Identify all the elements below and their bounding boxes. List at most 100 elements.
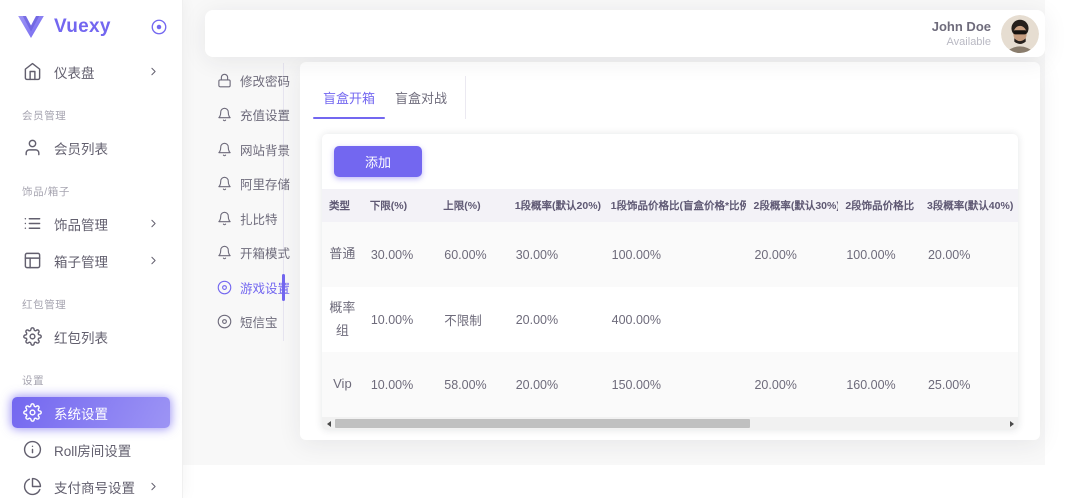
scrollbar-thumb[interactable] xyxy=(335,419,750,428)
table-cell: Vip xyxy=(322,352,363,417)
main-content-card: 盲盒开箱盲盒对战 添加 类型下限(%)上限(%)1段概率(默认20%)1段饰品价… xyxy=(300,62,1040,440)
settings-menu-item[interactable]: 网站背景 xyxy=(200,132,283,167)
table-cell: 30.00% xyxy=(363,222,436,287)
list-icon xyxy=(23,214,42,233)
scroll-right-arrow-icon[interactable] xyxy=(1005,417,1018,430)
settings-menu-item[interactable]: 游戏设置 xyxy=(200,270,283,305)
settings-menu-item-label: 阿里存储 xyxy=(240,174,290,193)
sidebar-item-label: 饰品管理 xyxy=(54,214,147,234)
column-header: 1段概率(默认20%) xyxy=(508,189,604,222)
sidebar-item[interactable]: Roll房间设置 xyxy=(12,434,170,465)
column-header: 2段饰品价格比 xyxy=(838,189,920,222)
sidebar-item-label: 系统设置 xyxy=(54,403,160,423)
settings-menu-item[interactable]: 开箱模式 xyxy=(200,236,283,271)
user-name: John Doe xyxy=(932,19,991,34)
scrollbar-track[interactable] xyxy=(335,419,1005,428)
sidebar-nav: 仪表盘会员管理会员列表饰品/箱子饰品管理箱子管理红包管理红包列表设置系统设置Ro… xyxy=(0,48,182,498)
table-cell: 不限制 xyxy=(436,287,507,352)
settings-menu-item[interactable]: 扎比特 xyxy=(200,201,283,236)
table-cell: 20.00% xyxy=(508,352,604,417)
add-button[interactable]: 添加 xyxy=(334,146,422,177)
user-icon xyxy=(23,138,42,157)
settings-menu-item-label: 充值设置 xyxy=(240,105,290,124)
tab-bar: 盲盒开箱盲盒对战 xyxy=(300,62,1040,119)
settings-menu-item-label: 扎比特 xyxy=(240,209,278,228)
user-avatar[interactable] xyxy=(1001,15,1039,53)
sidebar-item-label: 仪表盘 xyxy=(54,62,147,82)
column-header: 1段饰品价格比(盲盒价格*比例) xyxy=(604,189,747,222)
table-cell: 普通 xyxy=(322,222,363,287)
sidebar-item-label: Roll房间设置 xyxy=(54,440,160,460)
sidebar-item-label: 红包列表 xyxy=(54,327,160,347)
table-cell: 10.00% xyxy=(363,352,436,417)
sidebar-pin-toggle-icon[interactable] xyxy=(150,18,168,36)
table-cell: 100.00% xyxy=(838,222,920,287)
main-sidebar: Vuexy 仪表盘会员管理会员列表饰品/箱子饰品管理箱子管理红包管理红包列表设置… xyxy=(0,0,183,498)
chevron-icon xyxy=(147,217,160,230)
chevron-icon xyxy=(147,480,160,493)
sidebar-section-label: 设置 xyxy=(0,373,182,388)
lock-icon xyxy=(217,73,232,88)
table-body: 普通30.00%60.00%30.00%100.00%20.00%100.00%… xyxy=(322,222,1018,417)
settings-menu-item[interactable]: 阿里存储 xyxy=(200,167,283,202)
settings-menu-item-label: 网站背景 xyxy=(240,140,290,159)
table-cell: 160.00% xyxy=(838,352,920,417)
settings-menu-item-label: 短信宝 xyxy=(240,312,278,331)
chevron-icon xyxy=(147,254,160,267)
settings-menu-item-label: 游戏设置 xyxy=(240,278,290,297)
bell-icon xyxy=(217,176,232,191)
sidebar-item[interactable]: 支付商号设置 xyxy=(12,471,170,498)
table-cell: 20.00% xyxy=(746,352,838,417)
sidebar-item[interactable]: 系统设置 xyxy=(12,397,170,428)
sidebar-item[interactable]: 会员列表 xyxy=(12,132,170,163)
scroll-left-arrow-icon[interactable] xyxy=(322,417,335,430)
table-cell xyxy=(920,287,1018,352)
sidebar-item[interactable]: 仪表盘 xyxy=(12,56,170,87)
column-header: 下限(%) xyxy=(363,189,436,222)
sidebar-item-label: 支付商号设置 xyxy=(54,477,147,497)
settings-menu-item-label: 开箱模式 xyxy=(240,243,290,262)
table-header-row: 类型下限(%)上限(%)1段概率(默认20%)1段饰品价格比(盲盒价格*比例)2… xyxy=(322,189,1018,222)
table-row: 普通30.00%60.00%30.00%100.00%20.00%100.00%… xyxy=(322,222,1018,287)
settings-menu-item[interactable]: 充值设置 xyxy=(200,98,283,133)
disc-icon xyxy=(217,314,232,329)
tab-divider xyxy=(465,76,466,119)
table-cell: 10.00% xyxy=(363,287,436,352)
tab-blindbox-open[interactable]: 盲盒开箱 xyxy=(313,76,385,119)
table-toolbar: 添加 xyxy=(322,134,1018,189)
brand-row: Vuexy xyxy=(0,0,182,48)
layout-icon xyxy=(23,251,42,270)
table-cell: 58.00% xyxy=(436,352,507,417)
tab-blindbox-battle[interactable]: 盲盒对战 xyxy=(385,76,457,119)
sidebar-item[interactable]: 红包列表 xyxy=(12,321,170,352)
sidebar-section-label: 红包管理 xyxy=(0,297,182,312)
bell-icon xyxy=(217,245,232,260)
sidebar-item[interactable]: 饰品管理 xyxy=(12,208,170,239)
table-cell: 概率组 xyxy=(322,287,363,352)
brand-name: Vuexy xyxy=(54,16,150,38)
gear-icon xyxy=(23,403,42,422)
pie-icon xyxy=(23,477,42,496)
table-card: 添加 类型下限(%)上限(%)1段概率(默认20%)1段饰品价格比(盲盒价格*比… xyxy=(322,134,1018,430)
sidebar-item-label: 箱子管理 xyxy=(54,251,147,271)
page-root: Vuexy 仪表盘会员管理会员列表饰品/箱子饰品管理箱子管理红包管理红包列表设置… xyxy=(0,0,1080,498)
info-icon xyxy=(23,440,42,459)
chevron-icon xyxy=(147,65,160,78)
settings-menu-item[interactable]: 短信宝 xyxy=(200,305,283,340)
sidebar-item-label: 会员列表 xyxy=(54,138,160,158)
disc-icon xyxy=(217,280,232,295)
table-cell: 30.00% xyxy=(508,222,604,287)
user-status: Available xyxy=(932,36,991,48)
user-dropdown[interactable]: John Doe Available xyxy=(932,15,1039,53)
table-cell: 400.00% xyxy=(604,287,747,352)
bell-icon xyxy=(217,107,232,122)
sidebar-item[interactable]: 箱子管理 xyxy=(12,245,170,276)
settings-menu-item[interactable]: 修改密码 xyxy=(200,63,283,98)
table-row: Vip10.00%58.00%20.00%150.00%20.00%160.00… xyxy=(322,352,1018,417)
table-cell: 20.00% xyxy=(746,222,838,287)
table-cell: 100.00% xyxy=(604,222,747,287)
gear-icon xyxy=(23,327,42,346)
user-meta: John Doe Available xyxy=(932,19,991,48)
table-cell xyxy=(838,287,920,352)
table-cell: 25.00% xyxy=(920,352,1018,417)
